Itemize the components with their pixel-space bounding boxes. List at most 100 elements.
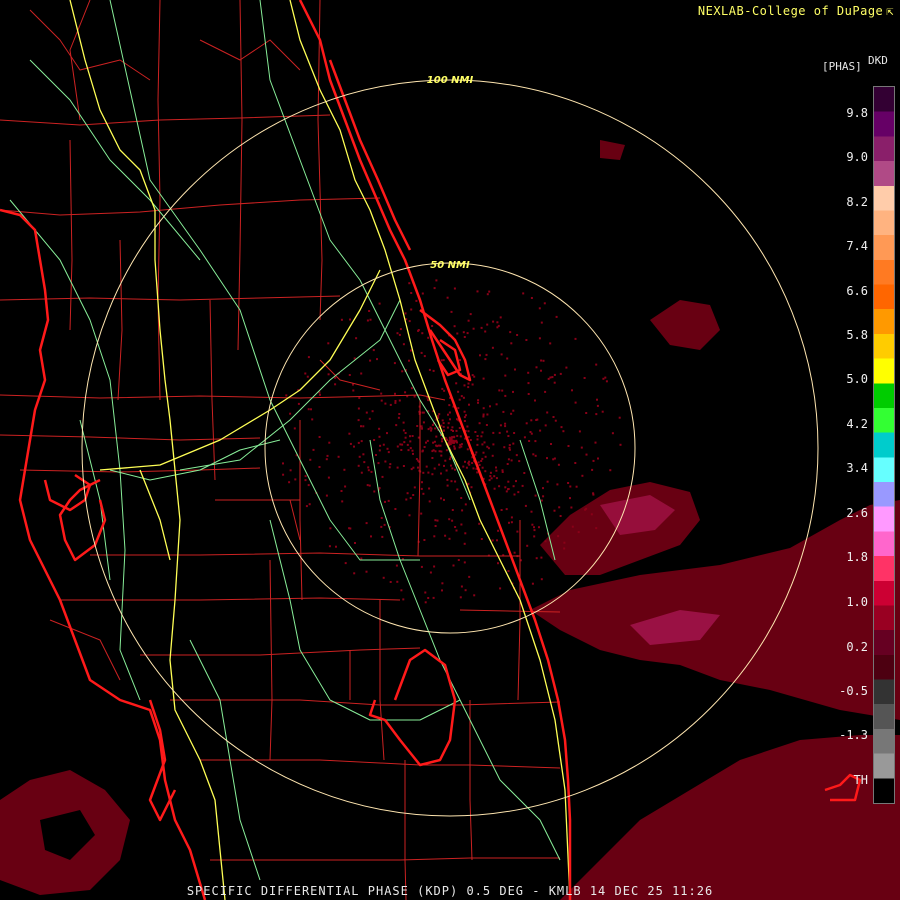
clutter-speck [340, 490, 343, 492]
clutter-speck [496, 326, 499, 329]
clutter-speck [429, 571, 432, 574]
clutter-speck [611, 432, 614, 435]
clutter-speck [368, 417, 371, 420]
clutter-speck [382, 576, 385, 579]
clutter-speck [482, 451, 485, 454]
clutter-speck [363, 461, 366, 464]
clutter-speck [534, 454, 537, 457]
clutter-speck [585, 412, 588, 414]
county-line [299, 420, 303, 601]
clutter-speck [420, 351, 423, 354]
clutter-speck [456, 332, 459, 335]
clutter-speck [546, 480, 549, 483]
clutter-speck [535, 557, 538, 560]
clutter-speck [412, 494, 415, 496]
interstate-line [99, 269, 381, 471]
clutter-speck [398, 333, 401, 336]
clutter-speck [453, 325, 456, 328]
clutter-speck [357, 441, 360, 444]
clutter-speck [371, 410, 374, 413]
clutter-speck [468, 575, 471, 578]
clutter-speck [380, 392, 383, 395]
highway-line [179, 299, 401, 471]
clutter-speck [408, 359, 410, 362]
clutter-speck [514, 368, 516, 371]
clutter-speck [480, 435, 483, 438]
clutter-speck [482, 415, 485, 418]
credit-text: NEXLAB-College of DuPage [697, 4, 884, 18]
clutter-speck [484, 330, 487, 333]
clutter-speck [437, 415, 440, 418]
clutter-speck [486, 293, 489, 296]
clutter-speck [523, 436, 526, 439]
clutter-speck [326, 454, 329, 457]
clutter-speck [553, 373, 556, 376]
clutter-speck [453, 441, 455, 444]
clutter-speck [534, 399, 536, 402]
clutter-speck [396, 445, 399, 448]
county-line [157, 0, 161, 401]
clutter-speck [580, 446, 583, 449]
clutter-speck [410, 308, 413, 311]
clutter-speck [508, 448, 511, 451]
clutter-speck [440, 497, 442, 500]
clutter-speck [597, 457, 599, 460]
clutter-speck [542, 495, 545, 498]
clutter-speck [507, 570, 510, 573]
clutter-speck [398, 399, 401, 402]
clutter-speck [472, 327, 475, 330]
clutter-speck [592, 459, 595, 462]
clutter-speck [463, 384, 466, 387]
clutter-speck [567, 445, 570, 447]
clutter-speck [523, 472, 526, 474]
clutter-speck [544, 540, 547, 543]
clutter-speck [384, 402, 387, 405]
clutter-speck [362, 453, 365, 456]
clutter-speck [435, 435, 438, 438]
clutter-speck [367, 469, 370, 472]
clutter-speck [446, 478, 449, 481]
clutter-speck [341, 500, 344, 503]
clutter-speck [468, 460, 471, 463]
clutter-speck [454, 468, 456, 471]
clutter-speck [479, 354, 481, 357]
clutter-speck [504, 486, 507, 489]
clutter-speck [349, 527, 352, 530]
clutter-speck [464, 589, 467, 592]
county-line [29, 9, 151, 81]
clutter-speck [540, 369, 542, 372]
clutter-speck [349, 318, 351, 321]
county-line [417, 400, 421, 557]
clutter-speck [431, 424, 434, 426]
clutter-speck [460, 497, 463, 499]
clutter-speck [427, 336, 430, 339]
clutter-speck [569, 485, 572, 488]
clutter-speck [406, 492, 409, 495]
clutter-speck [481, 466, 484, 469]
clutter-speck [405, 498, 408, 501]
clutter-speck [596, 404, 599, 407]
clutter-speck [306, 375, 309, 378]
legend-label: 3.4 [846, 461, 868, 475]
clutter-speck [450, 441, 453, 444]
clutter-speck [464, 503, 467, 506]
clutter-speck [410, 387, 413, 390]
clutter-speck [422, 471, 425, 474]
clutter-speck [468, 463, 471, 466]
clutter-speck [427, 399, 430, 402]
clutter-speck [535, 366, 538, 369]
clutter-speck [387, 451, 390, 454]
clutter-speck [394, 401, 397, 404]
clutter-speck [365, 411, 368, 414]
clutter-speck [602, 377, 605, 380]
county-line [140, 647, 421, 656]
clutter-speck [475, 451, 478, 454]
clutter-speck [463, 420, 466, 422]
clutter-speck [409, 447, 412, 450]
clutter-speck [369, 359, 372, 362]
clutter-speck [585, 453, 588, 456]
clutter-speck [445, 469, 448, 472]
clutter-speck [463, 561, 466, 564]
clutter-speck [451, 467, 454, 470]
clutter-speck [538, 526, 540, 529]
